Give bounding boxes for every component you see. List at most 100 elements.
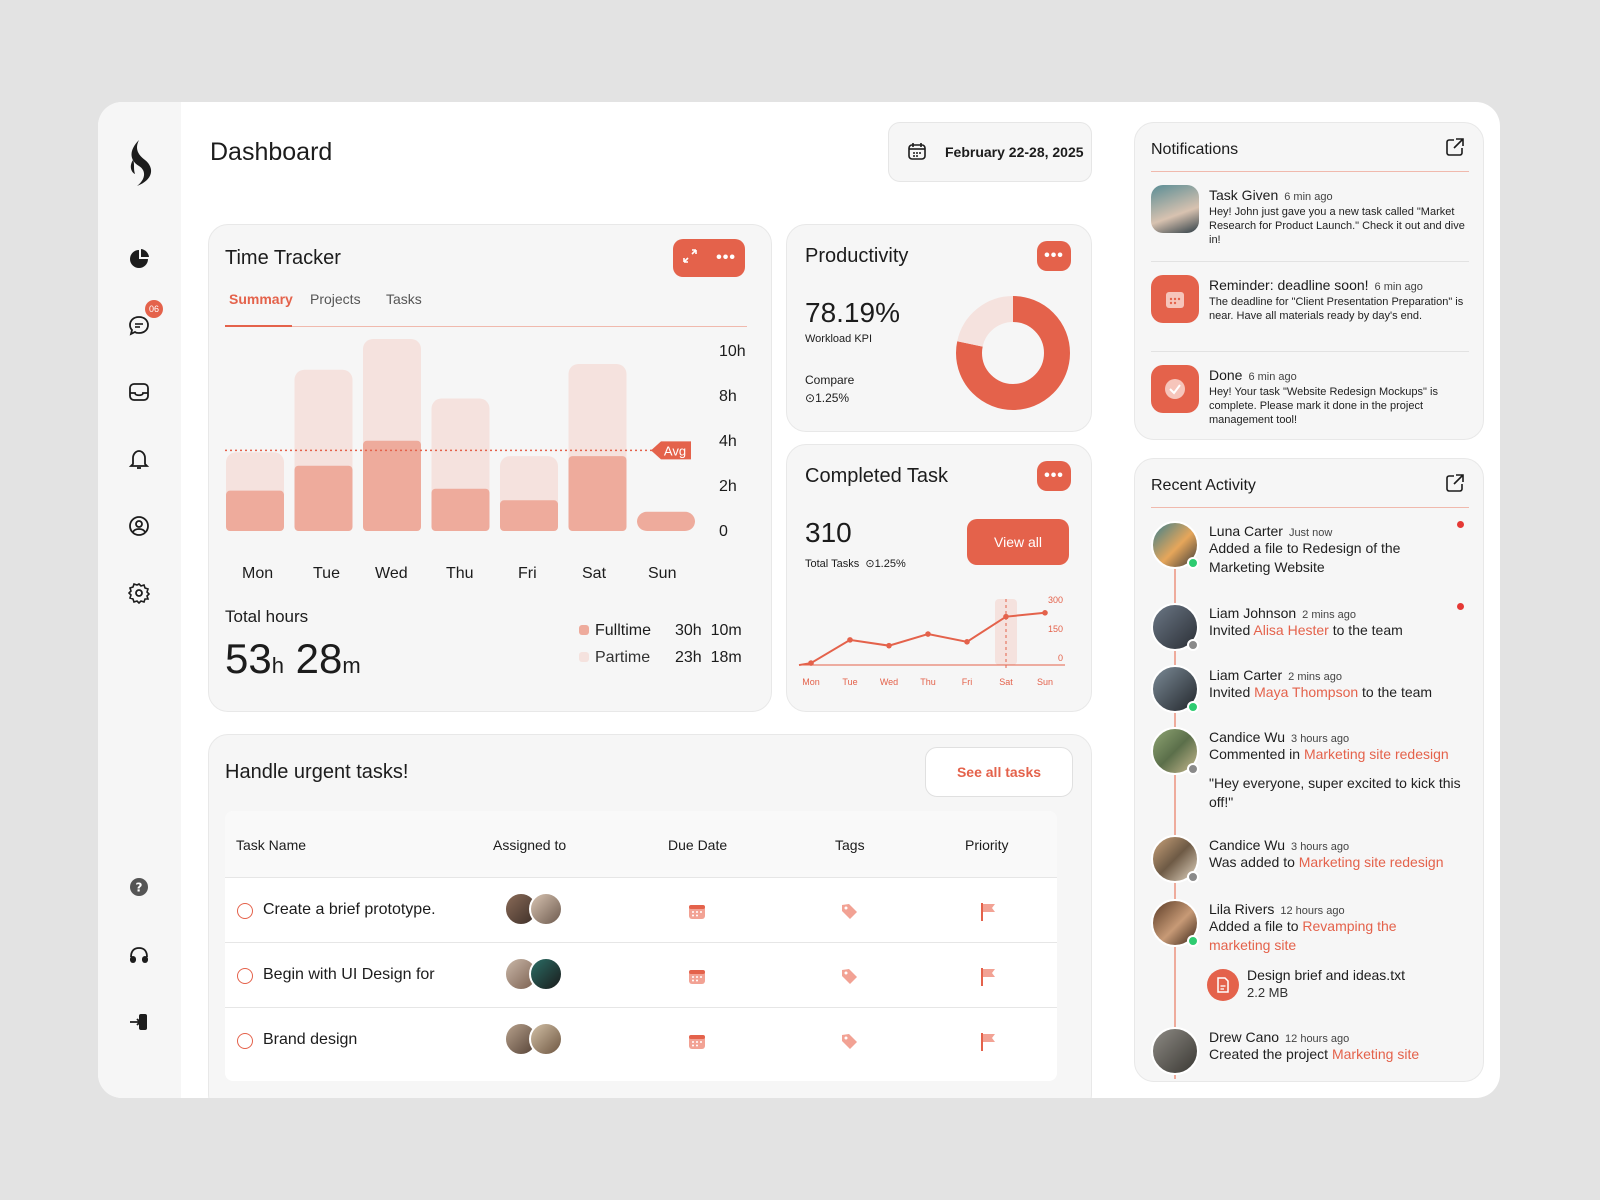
bell-icon[interactable] [122, 442, 156, 476]
bar-fulltime [500, 500, 558, 531]
calendar-icon[interactable] [688, 967, 706, 990]
bar-fulltime [637, 511, 695, 531]
x-tick-label: Thu [446, 565, 474, 582]
minutes-number: 28 [295, 635, 343, 682]
x-tick-label: Thu [920, 677, 936, 687]
line-point [925, 631, 931, 637]
flag-icon[interactable] [979, 1032, 997, 1057]
line-point [1042, 610, 1048, 616]
tag-icon[interactable] [840, 902, 858, 925]
urgent-tasks-title: Handle urgent tasks! [225, 761, 409, 783]
more-icon[interactable]: ••• [716, 249, 736, 267]
gear-icon[interactable] [122, 576, 156, 610]
total-tasks-change: 1.25% [874, 558, 906, 570]
time-tracker-card: Time Tracker ••• Summary Projects Tasks … [208, 224, 772, 712]
logo-icon [120, 136, 160, 190]
user-circle-icon[interactable] [122, 509, 156, 543]
more-icon[interactable]: ••• [1037, 241, 1071, 271]
activity-text-pre: Commented in [1209, 746, 1304, 762]
activity-text-pre: Added a file to Redesign of the Marketin… [1209, 540, 1401, 575]
activity-text: Was added to Marketing site redesign [1209, 853, 1471, 872]
flag-icon[interactable] [979, 902, 997, 927]
view-all-button[interactable]: View all [967, 519, 1069, 565]
active-tab-indicator [225, 325, 292, 327]
calendar-icon[interactable] [688, 902, 706, 925]
attachment[interactable]: Design brief and ideas.txt 2.2 MB [1207, 967, 1457, 1007]
notification-badge: 06 [145, 300, 163, 318]
calendar-icon[interactable] [688, 1032, 706, 1055]
help-icon[interactable]: ? [122, 870, 156, 904]
activity-time: 2 mins ago [1302, 609, 1356, 621]
legend-minutes: 10m [710, 622, 742, 639]
file-size: 2.2 MB [1247, 985, 1289, 1000]
column-header: Tags [835, 837, 865, 853]
external-link-icon[interactable] [1445, 137, 1465, 162]
table-row[interactable]: Brand design [225, 1007, 1057, 1072]
activity-user-name: Liam Carter [1209, 667, 1283, 683]
total-tasks-label: Total Tasks ⊙1.25% [805, 558, 906, 570]
activity-link[interactable]: Maya Thompson [1254, 684, 1358, 700]
minutes-unit: m [342, 653, 361, 678]
legend-fulltime-value: 30h 10m [675, 622, 742, 640]
see-all-tasks-button[interactable]: See all tasks [925, 747, 1073, 797]
activity-user: Liam Carter 2 mins ago [1209, 667, 1469, 683]
logout-icon[interactable] [122, 1005, 156, 1039]
completed-task-card: Completed Task ••• 310 Total Tasks ⊙1.25… [786, 444, 1092, 712]
notification-item[interactable]: Reminder: deadline soon! 6 min ago The de… [1151, 275, 1463, 351]
tab-summary[interactable]: Summary [229, 291, 293, 307]
activity-user-name: Candice Wu [1209, 837, 1286, 853]
activity-text-pre: Created the project [1209, 1046, 1332, 1062]
task-checkbox[interactable] [237, 968, 253, 984]
legend-minutes: 18m [710, 649, 742, 666]
date-range-button[interactable]: February 22-28, 2025 [888, 122, 1092, 182]
compare-percent: 1.25% [815, 391, 850, 405]
tag-icon[interactable] [840, 967, 858, 990]
activity-user: Candice Wu 3 hours ago [1209, 729, 1471, 745]
column-header: Assigned to [493, 837, 567, 853]
check-icon [1151, 365, 1199, 413]
task-checkbox[interactable] [237, 1033, 253, 1049]
activity-link[interactable]: Marketing site [1332, 1046, 1419, 1062]
activity-link[interactable]: Marketing site redesign [1304, 746, 1449, 762]
inbox-icon[interactable] [122, 375, 156, 409]
activity-link[interactable]: Alisa Hester [1253, 622, 1328, 638]
divider [1151, 261, 1469, 262]
completed-task-chart: Mon Tue Wed Thu Fri Sat Sun 300 150 0 [798, 595, 1065, 687]
notification-item[interactable]: Task Given 6 min ago Hey! John just gave … [1151, 185, 1465, 261]
flag-icon[interactable] [979, 967, 997, 992]
line-point [1003, 613, 1009, 620]
line-point [886, 642, 892, 649]
compare-value: ⊙1.25% [805, 391, 850, 405]
column-header: Task Name [236, 837, 307, 853]
chat-icon[interactable]: 06 [122, 300, 163, 342]
productivity-title: Productivity [805, 245, 909, 267]
activity-quote: "Hey everyone, super excited to kick thi… [1209, 775, 1461, 810]
more-icon[interactable]: ••• [1037, 461, 1071, 491]
pie-chart-icon[interactable] [122, 242, 156, 276]
expand-icon[interactable] [682, 248, 698, 269]
y-tick-label: 0 [719, 523, 728, 540]
bar-fulltime [294, 465, 353, 531]
legend-label: Partime [595, 649, 651, 666]
total-tasks-text: Total Tasks [805, 558, 860, 570]
activity-link[interactable]: Marketing site redesign [1299, 854, 1444, 870]
notification-time: 6 min ago [1284, 191, 1333, 203]
unread-dot [1457, 603, 1464, 610]
task-name: Create a brief prototype. [263, 901, 436, 918]
table-row[interactable]: Begin with UI Design for [225, 942, 1057, 1007]
activity-text: Created the project Marketing site [1209, 1045, 1471, 1064]
task-checkbox[interactable] [237, 903, 253, 919]
calendar-icon [907, 141, 927, 164]
tab-projects[interactable]: Projects [310, 291, 361, 307]
x-tick-label: Fri [518, 565, 537, 582]
table-row[interactable]: Create a brief prototype. [225, 877, 1057, 942]
headset-icon[interactable] [122, 938, 156, 972]
column-header: Due Date [668, 837, 728, 853]
line-point [847, 637, 853, 643]
tab-tasks[interactable]: Tasks [386, 291, 422, 307]
tag-icon[interactable] [840, 1032, 858, 1055]
activity-user: Liam Johnson 2 mins ago [1209, 605, 1469, 621]
external-link-icon[interactable] [1445, 473, 1465, 498]
x-tick-label: Mon [242, 565, 274, 582]
notification-item[interactable]: Done 6 min ago Hey! Your task "Website Re… [1151, 365, 1463, 441]
